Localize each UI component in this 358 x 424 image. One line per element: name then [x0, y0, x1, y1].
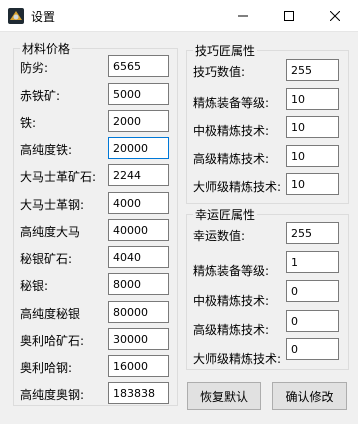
- material-price-input[interactable]: [108, 164, 169, 186]
- luck-attr-label: 精炼装备等级:: [193, 264, 270, 278]
- luck-attr-label: 中极精炼技术:: [193, 294, 270, 308]
- restore-default-button[interactable]: 恢复默认: [187, 382, 261, 410]
- skill-attr-input[interactable]: [286, 59, 339, 81]
- material-price-input[interactable]: [108, 273, 169, 295]
- material-label: 高纯度奥钢:: [20, 388, 85, 402]
- material-label: 高纯度铁:: [20, 143, 73, 157]
- material-label: 秘银:: [20, 279, 49, 293]
- maximize-icon: [284, 10, 294, 21]
- material-price-input[interactable]: [108, 382, 169, 404]
- skill-attr-input[interactable]: [286, 116, 339, 138]
- material-price-input[interactable]: [108, 192, 169, 214]
- luck-attr-input[interactable]: [286, 222, 339, 244]
- luck-attr-input[interactable]: [286, 310, 339, 332]
- skill-group-label: 技巧匠属性: [193, 42, 258, 59]
- skill-attr-label: 精炼装备等级:: [193, 96, 270, 110]
- minimize-button[interactable]: [220, 0, 266, 31]
- material-price-input[interactable]: [108, 137, 169, 159]
- window-title: 设置: [31, 10, 56, 24]
- luck-attr-label: 大师级精炼技术:: [193, 352, 282, 366]
- minimize-icon: [238, 15, 248, 16]
- material-label: 大马士革矿石:: [20, 170, 97, 184]
- skill-attr-label: 大师级精炼技术:: [193, 180, 282, 194]
- luck-attr-label: 幸运数值:: [193, 229, 246, 243]
- material-price-input[interactable]: [108, 83, 169, 105]
- material-price-input[interactable]: [108, 110, 169, 132]
- skill-attr-label: 高级精炼技术:: [193, 152, 270, 166]
- material-label: 铁:: [20, 116, 37, 130]
- skill-attr-input[interactable]: [286, 145, 339, 167]
- material-price-input[interactable]: [108, 246, 169, 268]
- confirm-button[interactable]: 确认修改: [272, 382, 347, 410]
- material-label: 防劣:: [20, 61, 49, 75]
- material-price-input[interactable]: [108, 328, 169, 350]
- maximize-button[interactable]: [266, 0, 312, 31]
- skill-attr-input[interactable]: [286, 88, 339, 110]
- app-icon: [8, 8, 24, 24]
- material-price-input[interactable]: [108, 355, 169, 377]
- title-bar: 设置: [0, 0, 358, 32]
- luck-group-label: 幸运匠属性: [193, 206, 258, 223]
- luck-attr-input[interactable]: [286, 338, 339, 360]
- material-label: 大马士革钢:: [20, 198, 85, 212]
- material-label: 赤铁矿:: [20, 89, 61, 103]
- luck-attr-input[interactable]: [286, 280, 339, 302]
- skill-attr-label: 中极精炼技术:: [193, 124, 270, 138]
- material-label: 奥利哈钢:: [20, 361, 73, 375]
- close-button[interactable]: [312, 0, 358, 31]
- skill-attr-label: 技巧数值:: [193, 65, 246, 79]
- luck-attr-label: 高级精炼技术:: [193, 323, 270, 337]
- material-label: 高纯度秘银: [20, 307, 81, 321]
- materials-group-label: 材料价格: [20, 40, 73, 57]
- material-label: 奥利哈矿石:: [20, 334, 85, 348]
- skill-attr-input[interactable]: [286, 173, 339, 195]
- material-label: 高纯度大马: [20, 225, 81, 239]
- material-price-input[interactable]: [108, 219, 169, 241]
- material-label: 秘银矿石:: [20, 252, 73, 266]
- close-icon: [330, 10, 340, 21]
- material-price-input[interactable]: [108, 301, 169, 323]
- material-price-input[interactable]: [108, 55, 169, 77]
- luck-attr-input[interactable]: [286, 251, 339, 273]
